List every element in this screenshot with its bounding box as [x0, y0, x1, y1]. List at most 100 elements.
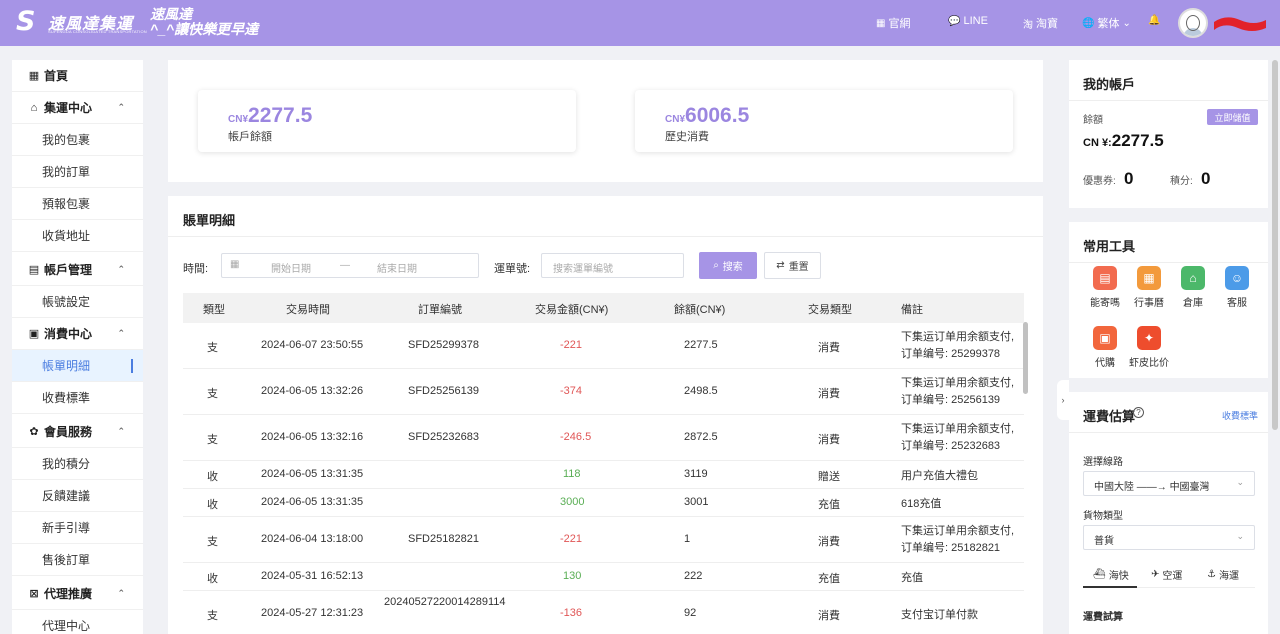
table-scrollbar[interactable]: [1023, 322, 1028, 394]
currency-label: CN¥: [665, 114, 686, 125]
account-balance-amount: CN¥2277.5: [228, 104, 312, 128]
balance-summary: CN¥2277.5 帳戶餘額 CN¥6006.5 歷史消費: [168, 60, 1043, 182]
history-spend-amount: CN¥6006.5: [665, 104, 749, 128]
sidebar-item-label: 首頁: [44, 69, 69, 83]
tools-title: 常用工具: [1083, 239, 1136, 254]
points-value: 0: [1201, 169, 1211, 188]
tool-label: 虾皮比价: [1129, 358, 1169, 369]
cell-amount: 130: [563, 570, 582, 582]
sidebar-item-label: 代理推廣: [44, 587, 93, 601]
notification-bell[interactable]: 🔔: [1148, 15, 1160, 26]
sidebar-group-consolidation[interactable]: ⌂ 集運中心 ⌃: [12, 92, 143, 124]
tool-item[interactable]: ✦ 虾皮比价: [1124, 326, 1174, 369]
sidebar-item-account-settings[interactable]: 帳號設定: [12, 286, 143, 318]
cell-amount: -221: [560, 533, 583, 545]
cell-amount: -374: [560, 385, 583, 397]
col-amount: 交易金額(CN¥): [535, 304, 609, 316]
table-row: 收 2024-06-05 13:31:35 3000 3001 充值 618充值: [183, 489, 1024, 517]
cell-balance: 2498.5: [684, 385, 718, 397]
cell-type: 支: [207, 388, 218, 400]
chevron-up-icon: ⌃: [117, 264, 125, 274]
tool-item[interactable]: ▦ 行事曆: [1124, 266, 1174, 309]
tool-item[interactable]: ⌂ 倉庫: [1168, 266, 1218, 309]
topup-button[interactable]: 立即儲值: [1207, 109, 1258, 125]
tool-item[interactable]: ▤ 能寄嗎: [1080, 266, 1130, 309]
sidebar-item-label: 會員服務: [44, 425, 93, 439]
nav-taobao[interactable]: 淘 淘寶: [1023, 15, 1058, 31]
calendar-icon: ▦: [1137, 266, 1161, 290]
warehouse-icon: ⌂: [30, 101, 38, 114]
note-line: 订单编号: 25299378: [901, 348, 1001, 360]
warehouse-icon: ⌂: [1181, 266, 1205, 290]
sidebar-group-member[interactable]: ✿ 會員服務 ⌃: [12, 416, 143, 448]
cell-balance: 222: [684, 570, 703, 582]
cell-note: 下集运订单用余额支付, 订单编号: 25232683: [901, 421, 1014, 455]
tab-sea[interactable]: ⚓ 海運: [1207, 567, 1239, 582]
cell-time: 2024-06-04 13:18:00: [261, 533, 364, 545]
end-date-input[interactable]: 結束日期: [362, 260, 432, 275]
language-select[interactable]: 🌐 繁体 ⌄: [1082, 15, 1131, 31]
note-line: 下集运订单用余额支付,: [901, 377, 1015, 389]
avatar[interactable]: [1178, 8, 1208, 38]
nav-line[interactable]: 💬 LINE: [948, 15, 988, 27]
member-icon: ✿: [29, 425, 39, 438]
cell-kind: 消費: [818, 388, 840, 400]
sidebar-group-agent[interactable]: ⊠ 代理推廣 ⌃: [12, 578, 143, 610]
cell-order: SFD25182821: [408, 533, 479, 545]
cargo-type-select[interactable]: 普貨 ⌄: [1083, 525, 1255, 550]
tab-air[interactable]: ✈ 空運: [1151, 567, 1182, 582]
sidebar-item-agent-center[interactable]: 代理中心: [12, 610, 143, 634]
nav-website[interactable]: ▦ 官網: [876, 15, 910, 31]
search-button[interactable]: ⌕ 搜索: [699, 252, 757, 279]
collapse-handle[interactable]: ›: [1057, 380, 1069, 420]
note-line: 下集运订单用余额支付,: [901, 331, 1015, 343]
tab-label: 海運: [1218, 571, 1239, 582]
note-line: 订单编号: 25232683: [901, 440, 1001, 452]
date-separator: —: [340, 260, 350, 271]
wallet-icon: ▣: [28, 327, 40, 340]
reset-button[interactable]: ⇄ 重置: [764, 252, 821, 279]
sidebar-item-bill-details[interactable]: 帳單明細: [12, 350, 143, 382]
col-order: 訂單編號: [418, 304, 462, 316]
sidebar-item-prereport[interactable]: 預報包裹: [12, 188, 143, 220]
fee-standards-link[interactable]: 收費標準: [1222, 409, 1258, 422]
cell-amount: 3000: [560, 496, 585, 508]
brand-logo[interactable]: S 速風達集運 SUFENGDA CONSOLIDATED TRANSPORTA…: [16, 8, 147, 36]
sidebar-group-consumption[interactable]: ▣ 消費中心 ⌃: [12, 318, 143, 350]
sidebar-item-label: 帳戶管理: [44, 263, 93, 277]
active-tab-indicator: [1083, 586, 1137, 588]
sidebar-item-label: 帳號設定: [42, 295, 91, 309]
sidebar-item-fee-standards[interactable]: 收費標準: [12, 382, 143, 414]
language-label: 繁体: [1097, 18, 1120, 30]
cell-kind: 消費: [818, 610, 840, 622]
table-row: 支 2024-06-04 13:18:00 SFD25182821 -221 1 消費 下集…: [183, 517, 1024, 563]
divider: [1069, 432, 1268, 433]
tool-item[interactable]: ▣ 代購: [1080, 326, 1130, 369]
help-icon[interactable]: ?: [1133, 407, 1144, 418]
sidebar-item-my-points[interactable]: 我的積分: [12, 448, 143, 480]
start-date-input[interactable]: 開始日期: [256, 260, 326, 275]
sidebar-item-after-sales[interactable]: 售後訂單: [12, 544, 143, 576]
sidebar-item-my-orders[interactable]: 我的訂單: [12, 156, 143, 188]
divider: [1069, 262, 1268, 263]
sidebar-item-feedback[interactable]: 反饋建議: [12, 480, 143, 512]
tool-item[interactable]: ☺ 客服: [1212, 266, 1262, 309]
page-scrollbar[interactable]: [1272, 60, 1278, 430]
date-range-picker[interactable]: ▦ 開始日期 — 結束日期: [221, 253, 479, 278]
freight-estimate-panel: 運費估算 ? 收費標準 選擇線路 中國大陸 ——→ 中國臺灣 ⌄ 貨物類型 普貨…: [1069, 392, 1268, 634]
freight-title: 運費估算: [1083, 409, 1136, 424]
waybill-search-input[interactable]: 搜索運單編號: [541, 253, 684, 278]
account-title: 我的帳戶: [1083, 77, 1136, 92]
sidebar-group-account[interactable]: ▤ 帳戶管理 ⌃: [12, 254, 143, 286]
history-spend-label: 歷史消費: [665, 131, 709, 143]
tab-sea-express[interactable]: ⛴ 海快: [1093, 567, 1129, 582]
sidebar-item-guide[interactable]: 新手引導: [12, 512, 143, 544]
route-select[interactable]: 中國大陸 ——→ 中國臺灣 ⌄: [1083, 471, 1255, 496]
sidebar-item-my-packages[interactable]: 我的包裹: [12, 124, 143, 156]
note-line: 订单编号: 25256139: [901, 394, 1001, 406]
sidebar-item-address[interactable]: 收貨地址: [12, 220, 143, 252]
cell-balance: 3001: [684, 496, 709, 508]
col-time: 交易時間: [286, 304, 330, 316]
cell-type: 收: [207, 573, 218, 585]
sidebar-item-home[interactable]: ▦ 首頁: [12, 60, 143, 92]
